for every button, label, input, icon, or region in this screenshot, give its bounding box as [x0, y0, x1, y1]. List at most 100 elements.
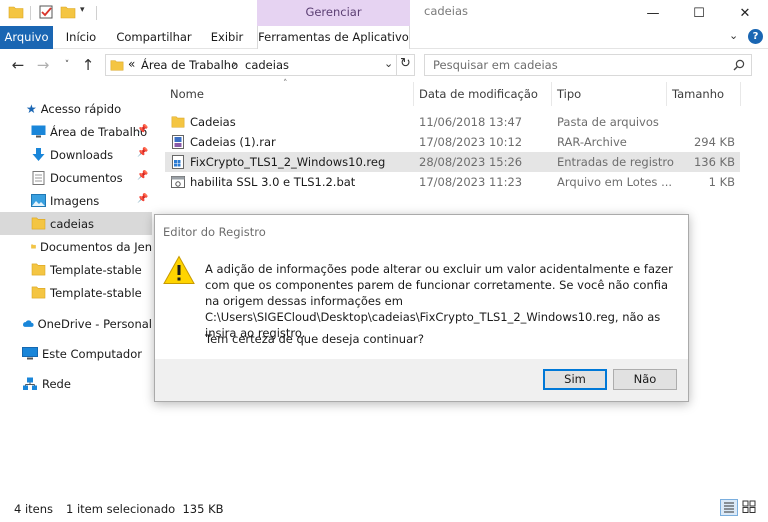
documents-icon: [32, 170, 45, 185]
dialog-title: Editor do Registro: [163, 225, 266, 239]
properties-icon[interactable]: [38, 4, 54, 20]
table-row[interactable]: Cadeias (1).rar 17/08/2023 10:12 RAR-Arc…: [165, 132, 740, 152]
close-button[interactable]: ✕: [722, 0, 768, 26]
expand-ribbon-icon[interactable]: ⌄: [729, 29, 738, 42]
download-icon: [32, 147, 45, 161]
customize-quick-access-icon[interactable]: ▾: [80, 5, 85, 15]
pin-icon: 📌: [137, 194, 149, 204]
pictures-icon: [31, 194, 46, 207]
tab-inicio[interactable]: Início: [58, 26, 104, 49]
sidebar-item-downloads[interactable]: Downloads 📌: [0, 143, 152, 166]
computer-icon: [22, 347, 38, 360]
file-name: FixCrypto_TLS1_2_Windows10.reg: [190, 155, 386, 169]
warning-icon: [163, 255, 195, 284]
star-icon: ★: [26, 101, 37, 116]
details-view-icon: [724, 502, 734, 513]
status-selection: 1 item selecionado 135 KB: [66, 502, 224, 516]
maximize-button[interactable]: ☐: [676, 0, 722, 26]
registry-file-icon: [172, 155, 184, 169]
column-divider[interactable]: [740, 82, 741, 106]
file-date: 17/08/2023 10:12: [419, 135, 523, 149]
dialog-footer: [155, 359, 688, 401]
separator: [96, 6, 97, 20]
tiles-view-button[interactable]: [741, 499, 759, 516]
tab-exibir[interactable]: Exibir: [204, 26, 250, 49]
file-size: 1 KB: [708, 175, 735, 189]
help-icon[interactable]: ?: [748, 29, 763, 44]
up-arrow-icon[interactable]: ↑: [79, 56, 97, 74]
sidebar-item-este-computador[interactable]: Este Computador: [0, 342, 152, 365]
search-placeholder: Pesquisar em cadeias: [433, 58, 558, 72]
pin-icon: 📌: [137, 171, 149, 181]
breadcrumb-cadeias[interactable]: cadeias: [245, 58, 289, 72]
file-type: Pasta de arquivos: [557, 115, 659, 129]
column-divider[interactable]: [666, 82, 667, 106]
address-history-icon[interactable]: ⌄: [384, 57, 393, 70]
folder-icon: [31, 263, 46, 276]
yes-button[interactable]: Sim: [543, 369, 607, 390]
dialog-question: Tem certeza de que deseja continuar?: [205, 332, 424, 346]
sidebar-item-template-stable-2[interactable]: Template-stable: [0, 281, 152, 304]
folder-icon: [31, 217, 46, 230]
sidebar-item-onedrive[interactable]: OneDrive - Personal: [0, 312, 152, 335]
sidebar-item-acesso-rapido[interactable]: ★ Acesso rápido: [0, 97, 152, 120]
file-name: Cadeias (1).rar: [190, 135, 276, 149]
no-button[interactable]: Não: [613, 369, 677, 390]
sidebar-item-label: Rede: [42, 376, 71, 391]
recent-locations-icon[interactable]: ˅: [58, 56, 76, 74]
column-divider[interactable]: [551, 82, 552, 106]
sidebar-item-rede[interactable]: Rede: [0, 372, 152, 395]
folder-icon: [31, 286, 46, 299]
breadcrumb-separator: ›: [232, 57, 237, 71]
column-header-nome[interactable]: Nome: [170, 87, 204, 105]
sidebar-item-area-de-trabalho[interactable]: Área de Trabalho 📌: [0, 120, 152, 143]
sidebar-item-label: Área de Trabalho: [50, 124, 148, 139]
manage-context-label: Gerenciar: [305, 5, 362, 19]
sidebar-item-label: cadeias: [50, 216, 94, 231]
folder-icon: [171, 116, 185, 128]
refresh-icon[interactable]: ↻: [400, 56, 411, 71]
pin-icon: 📌: [137, 125, 149, 135]
file-type: Entradas de registro: [557, 155, 674, 169]
details-view-button[interactable]: [720, 499, 738, 516]
file-size: 136 KB: [693, 155, 735, 169]
status-item-count: 4 itens: [14, 502, 54, 516]
column-divider[interactable]: [413, 82, 414, 106]
table-row[interactable]: Cadeias 11/06/2018 13:47 Pasta de arquiv…: [165, 112, 740, 132]
column-header-tipo[interactable]: Tipo: [557, 87, 581, 105]
folder-icon: [31, 244, 36, 249]
breadcrumb-area-de-trabalho[interactable]: Área de Trabalho: [141, 58, 238, 72]
breadcrumb-overflow[interactable]: «: [128, 57, 135, 71]
sidebar-item-imagens[interactable]: Imagens 📌: [0, 189, 152, 212]
table-row[interactable]: habilita SSL 3.0 e TLS1.2.bat 17/08/2023…: [165, 172, 740, 192]
file-size: 294 KB: [693, 135, 735, 149]
separator: [396, 55, 397, 75]
close-icon: ✕: [739, 5, 751, 21]
file-name: habilita SSL 3.0 e TLS1.2.bat: [190, 175, 356, 189]
sidebar-item-documentos[interactable]: Documentos 📌: [0, 166, 152, 189]
batch-file-icon: [171, 176, 185, 188]
folder-icon: [8, 6, 24, 19]
sidebar-item-label: Template-stable: [50, 285, 142, 300]
file-date: 17/08/2023 11:23: [419, 175, 523, 189]
sidebar-item-documentos-da-jen[interactable]: Documentos da Jen: [0, 235, 152, 258]
minimize-button[interactable]: —: [630, 0, 676, 26]
file-type: Arquivo em Lotes ...: [557, 175, 673, 189]
file-date: 11/06/2018 13:47: [419, 115, 523, 129]
file-name: Cadeias: [190, 115, 236, 129]
column-header-data[interactable]: Data de modificação: [419, 87, 538, 105]
forward-arrow-icon[interactable]: →: [34, 56, 52, 74]
new-folder-icon[interactable]: [60, 4, 76, 20]
tab-compartilhar[interactable]: Compartilhar: [113, 26, 195, 49]
back-arrow-icon[interactable]: ←: [9, 56, 27, 74]
search-icon[interactable]: [733, 59, 745, 71]
tab-ferramentas-de-aplicativo[interactable]: Ferramentas de Aplicativo: [257, 26, 410, 49]
file-type: RAR-Archive: [557, 135, 627, 149]
sidebar-item-cadeias[interactable]: cadeias: [0, 212, 152, 235]
archive-icon: [172, 135, 184, 149]
sidebar-item-template-stable[interactable]: Template-stable: [0, 258, 152, 281]
dialog-message: A adição de informações pode alterar ou …: [205, 262, 673, 340]
column-header-tamanho[interactable]: Tamanho: [672, 87, 724, 105]
tab-arquivo[interactable]: Arquivo: [0, 26, 53, 49]
table-row-selected[interactable]: FixCrypto_TLS1_2_Windows10.reg 28/08/202…: [165, 152, 740, 172]
